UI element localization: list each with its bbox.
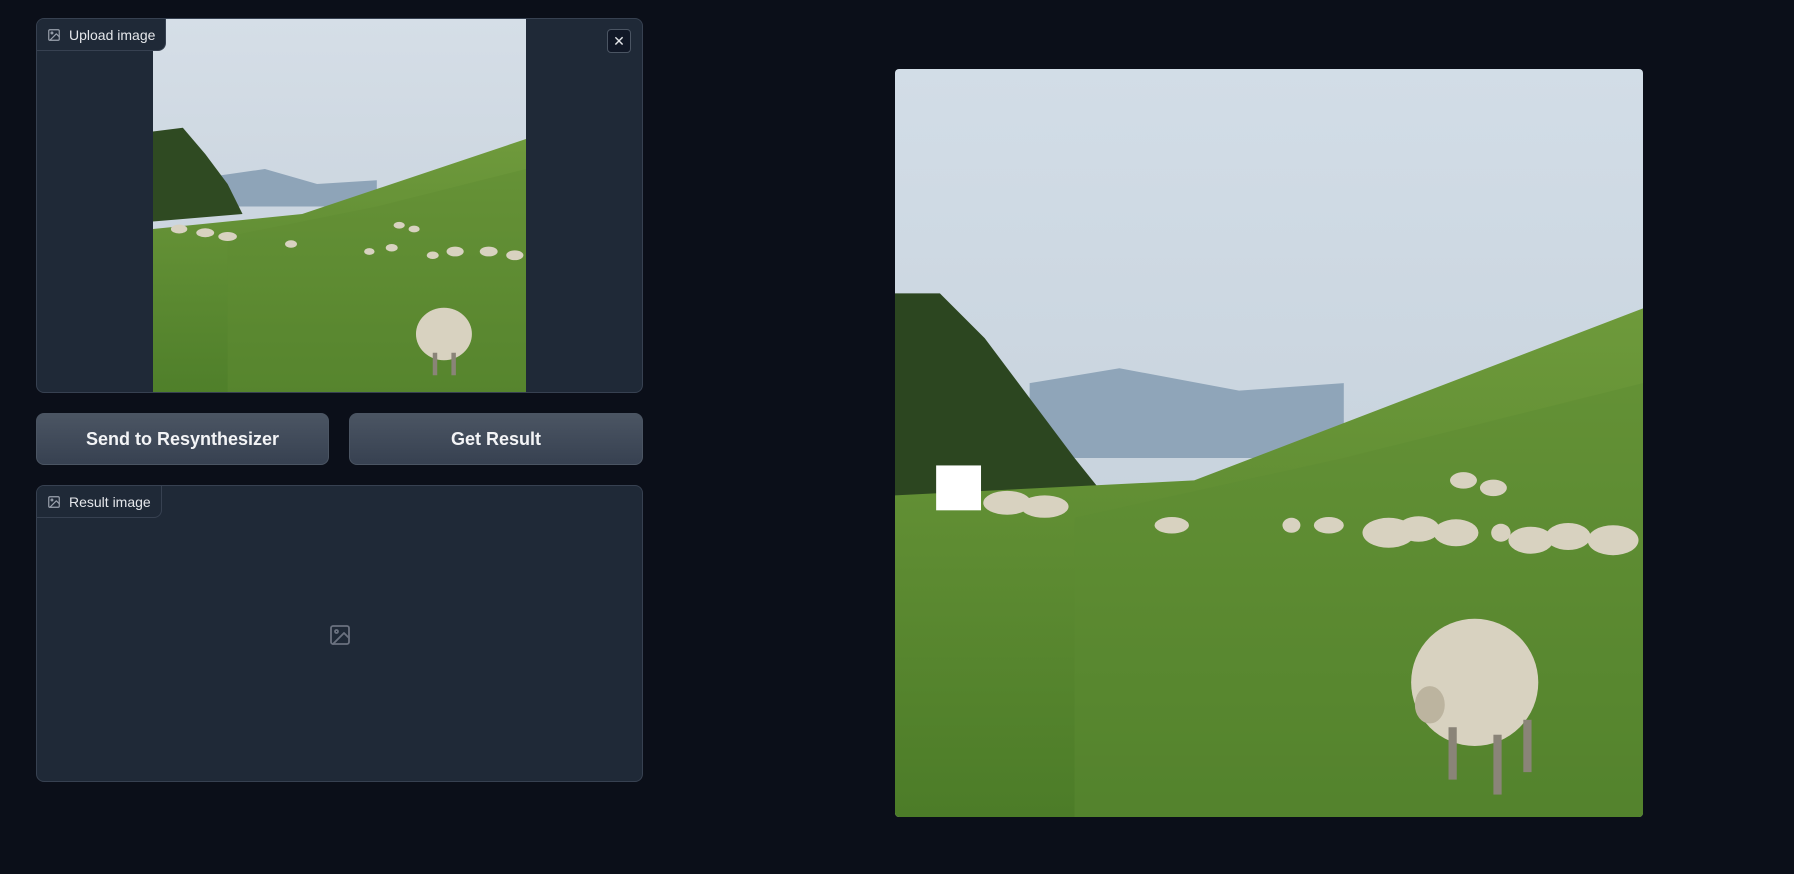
result-image-panel: Result image — [36, 485, 643, 782]
result-image-label: Result image — [69, 493, 151, 510]
image-icon — [47, 28, 61, 42]
image-placeholder-icon — [328, 623, 352, 647]
result-image-label-tab: Result image — [37, 486, 162, 518]
image-icon — [47, 495, 61, 509]
app-root: Upload image ✕ Send to Resynthesizer Get… — [0, 0, 1794, 874]
upload-image-panel[interactable]: Upload image ✕ — [36, 18, 643, 393]
get-result-button[interactable]: Get Result — [349, 413, 643, 465]
preview-photo — [895, 69, 1643, 817]
send-to-resynthesizer-button[interactable]: Send to Resynthesizer — [36, 413, 329, 465]
uploaded-image[interactable] — [153, 19, 526, 392]
close-icon[interactable]: ✕ — [607, 29, 631, 53]
close-glyph: ✕ — [613, 32, 625, 49]
uploaded-image-thumbnail — [153, 19, 526, 392]
upload-image-label: Upload image — [69, 26, 156, 43]
resynthesizer-preview-image[interactable] — [895, 69, 1643, 817]
upload-image-label-tab: Upload image — [37, 19, 167, 51]
